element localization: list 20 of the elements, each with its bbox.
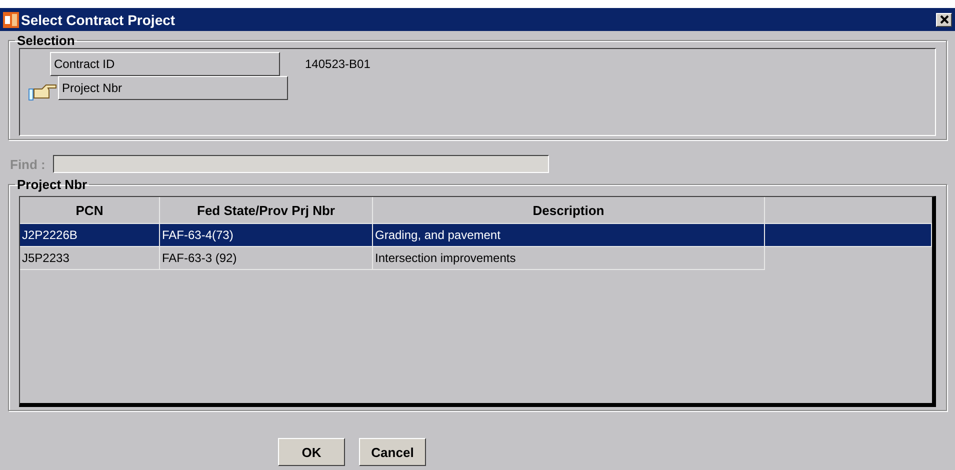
table-row[interactable]: J5P2233 FAF-63-3 (92) Intersection improvements bbox=[20, 247, 932, 270]
table-cell: FAF-63-3 (92) bbox=[162, 251, 237, 265]
close-icon bbox=[940, 15, 948, 24]
field-button[interactable]: Contract ID bbox=[50, 52, 280, 76]
dialog-button[interactable]: Cancel bbox=[359, 438, 426, 466]
group-title: Selection bbox=[16, 33, 76, 48]
table-cell: FAF-63-4(73) bbox=[162, 228, 234, 242]
window-title: Select Contract Project bbox=[21, 12, 176, 28]
table-cell: J2P2226B bbox=[22, 228, 78, 242]
field-button[interactable]: Project Nbr bbox=[58, 76, 288, 100]
table-cell: Intersection improvements bbox=[375, 251, 516, 265]
table-cell: Grading, and pavement bbox=[375, 228, 500, 242]
table-row[interactable]: J2P2226B FAF-63-4(73) Grading, and pavement bbox=[20, 224, 932, 247]
close-button[interactable] bbox=[936, 12, 952, 26]
app-logo-icon bbox=[3, 12, 19, 28]
table-cell: J5P2233 bbox=[22, 251, 70, 265]
find-label: Find : bbox=[10, 156, 46, 172]
dialog-button[interactable]: OK bbox=[278, 438, 345, 466]
field-value: 140523-B01 bbox=[305, 57, 370, 71]
group-title: Project Nbr bbox=[16, 177, 88, 192]
